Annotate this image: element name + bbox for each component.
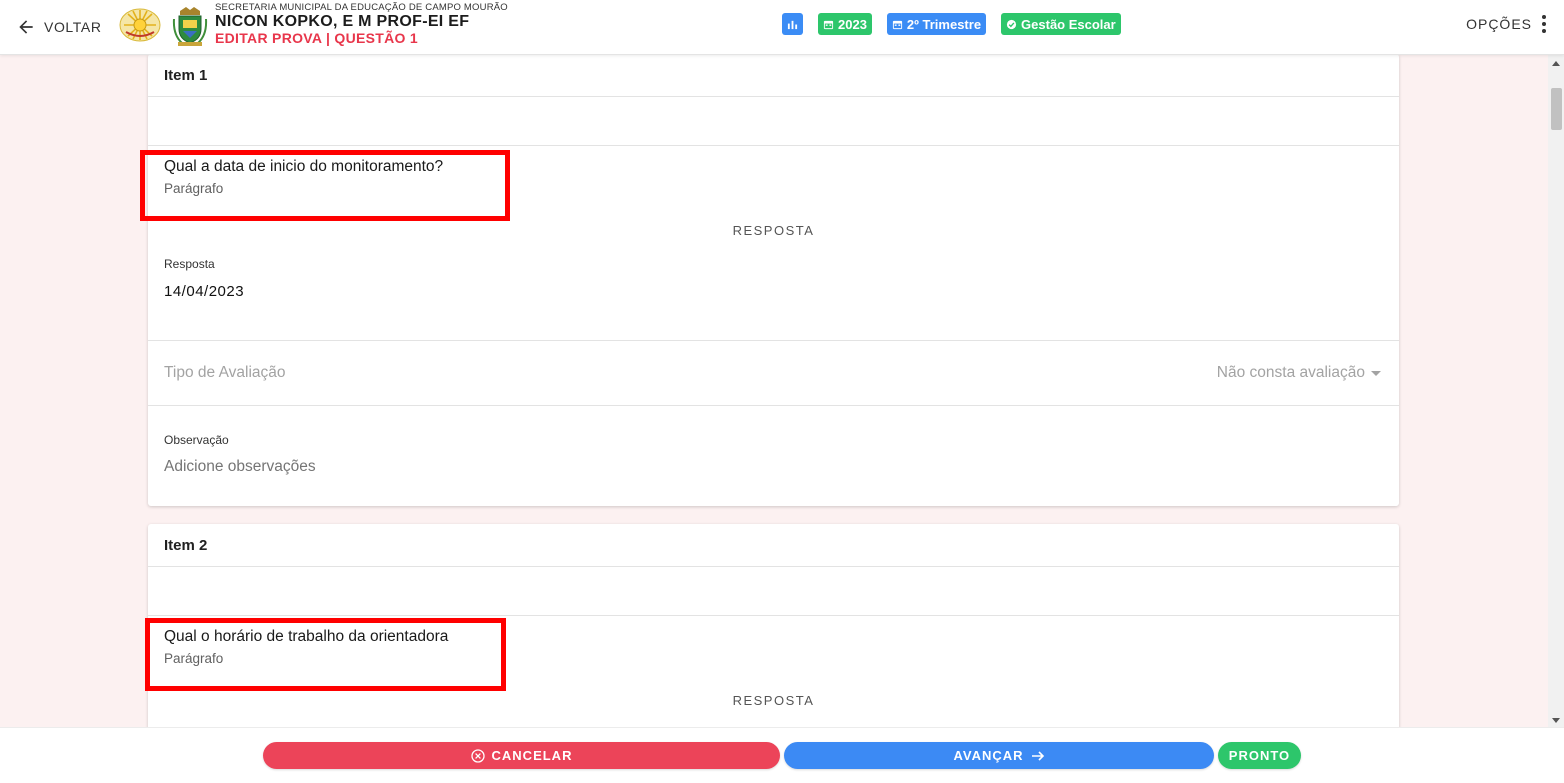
answer-label: Resposta: [164, 257, 215, 271]
done-button[interactable]: PRONTO: [1218, 742, 1301, 769]
close-circle-icon: [470, 748, 485, 763]
options-menu-button[interactable]: OPÇÕES: [1466, 15, 1546, 33]
item-spacer: [148, 567, 1399, 616]
highlight-box: [145, 618, 506, 691]
answer-heading: RESPOSTA: [732, 223, 815, 238]
evaluation-type-value: Não consta avaliação: [1216, 364, 1365, 381]
period-badge[interactable]: 2º Trimestre: [886, 13, 987, 35]
vertical-scrollbar[interactable]: [1548, 55, 1564, 727]
answer-value[interactable]: 14/04/2023: [148, 271, 1399, 300]
check-circle-icon: [1006, 19, 1017, 29]
next-label: AVANÇAR: [953, 748, 1024, 763]
calendar-icon: [823, 20, 834, 29]
calendar-icon: [892, 20, 903, 29]
next-button[interactable]: AVANÇAR: [784, 742, 1214, 769]
more-vertical-icon: [1542, 15, 1546, 33]
scroll-up-icon[interactable]: [1552, 61, 1560, 66]
page-title: EDITAR PROVA | QUESTÃO 1: [215, 30, 418, 46]
caret-down-icon: [1371, 370, 1381, 376]
scrollbar-thumb[interactable]: [1551, 88, 1562, 130]
period-label: 2º Trimestre: [906, 16, 982, 32]
back-button[interactable]: VOLTAR: [16, 14, 102, 40]
arrow-left-icon: [19, 20, 33, 34]
cancel-button[interactable]: CANCELAR: [263, 742, 780, 769]
observation-area: Observação: [148, 406, 1399, 506]
footer-bar: CANCELAR AVANÇAR PRONTO: [0, 727, 1564, 783]
city-coat-of-arms-logo: [172, 7, 208, 46]
secretaria-label: SECRETARIA MUNICIPAL DA EDUCAÇÃO DE CAMP…: [215, 2, 508, 13]
main-content: Item 1 Qual a data de inicio do monitora…: [0, 55, 1548, 727]
system-badge[interactable]: Gestão Escolar: [1001, 13, 1121, 35]
stats-badge[interactable]: [782, 13, 803, 35]
answer-heading: RESPOSTA: [732, 693, 815, 708]
item-title: Item 2: [148, 524, 1399, 567]
arrow-right-icon: [1031, 750, 1044, 761]
highlight-box: [140, 150, 510, 221]
item-title: Item 1: [148, 55, 1399, 97]
year-badge[interactable]: 2023: [818, 13, 872, 35]
done-label: PRONTO: [1228, 748, 1291, 763]
cancel-label: CANCELAR: [491, 748, 573, 763]
municipal-emblem-logo: [119, 8, 161, 42]
observation-input[interactable]: [148, 447, 1399, 476]
options-label: OPÇÕES: [1466, 16, 1532, 32]
top-bar: VOLTAR SECRETARIA MUNICIPAL DA EDUCAÇÃO …: [0, 0, 1564, 55]
system-label: Gestão Escolar: [1021, 16, 1116, 32]
back-label: VOLTAR: [44, 19, 102, 35]
scroll-down-icon[interactable]: [1552, 718, 1560, 723]
evaluation-type-label: Tipo de Avaliação: [164, 364, 286, 381]
item-spacer: [148, 97, 1399, 146]
answer-area: RESPOSTA Resposta 14/04/2023: [148, 223, 1399, 341]
bar-chart-icon: [787, 20, 798, 29]
evaluation-type-select[interactable]: Tipo de Avaliação Não consta avaliação: [148, 341, 1399, 406]
year-label: 2023: [838, 16, 867, 32]
observation-label: Observação: [164, 433, 229, 447]
school-name: NICON KOPKO, E M PROF-EI EF: [215, 13, 470, 30]
item-card: Item 1 Qual a data de inicio do monitora…: [148, 55, 1399, 506]
